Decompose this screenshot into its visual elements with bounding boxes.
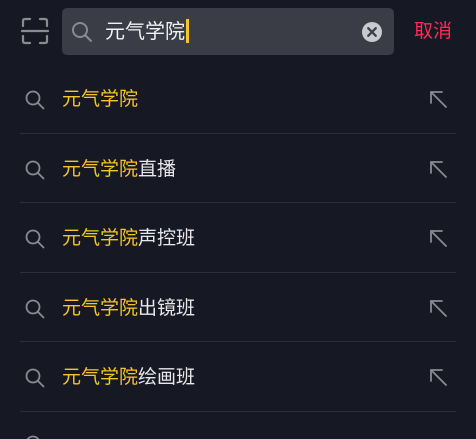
suggestion-highlight: 元气学院 <box>62 227 139 249</box>
suggestion-highlight: 元气学院 <box>62 88 139 110</box>
clear-circle-icon[interactable] <box>361 21 383 43</box>
suggestion-highlight: 元气学院 <box>62 366 139 388</box>
scan-button[interactable] <box>20 16 50 46</box>
search-screen: 元气学院 取消 元气学院 元气学院直播 元气学院声控班 元气学院出镜班 元气学院… <box>0 0 476 439</box>
suggestion-rest: 出镜班 <box>138 296 196 319</box>
suggestion-item[interactable]: 元气学院出镜班 <box>0 273 476 342</box>
suggestion-item[interactable]: 元气学院绘画班 <box>0 342 476 412</box>
arrow-up-left-icon[interactable] <box>427 227 449 249</box>
arrow-up-left-icon[interactable] <box>427 366 449 388</box>
search-icon <box>72 22 92 42</box>
search-input[interactable]: 元气学院 <box>105 18 189 44</box>
suggestion-highlight: 元气学院 <box>62 296 139 319</box>
scan-icon <box>21 17 49 45</box>
search-icon <box>25 229 45 249</box>
search-icon <box>25 160 45 179</box>
suggestion-text: 元气学院声控班 <box>62 225 195 251</box>
search-header: 元气学院 取消 <box>0 0 476 63</box>
suggestion-item[interactable]: 元气学院声控班 <box>0 203 476 273</box>
suggestion-text: 元气学院 <box>62 86 138 112</box>
search-field[interactable]: 元气学院 <box>62 8 394 55</box>
suggestion-item[interactable]: 元气学院直播 <box>0 134 476 203</box>
arrow-up-left-icon[interactable] <box>427 158 449 180</box>
suggestion-rest: 声控班 <box>138 227 196 249</box>
arrow-up-left-icon[interactable] <box>427 88 449 110</box>
cancel-button[interactable]: 取消 <box>414 18 452 44</box>
arrow-up-left-icon[interactable] <box>427 297 449 319</box>
suggestion-list: 元气学院 元气学院直播 元气学院声控班 元气学院出镜班 元气学院绘画班 <box>0 64 476 412</box>
suggestion-item[interactable]: 元气学院 <box>0 64 476 134</box>
search-query-text: 元气学院 <box>105 19 185 43</box>
suggestion-item-partial[interactable] <box>0 412 476 439</box>
search-icon <box>25 299 45 318</box>
suggestion-rest: 绘画班 <box>138 366 196 388</box>
suggestion-text: 元气学院出镜班 <box>62 295 195 321</box>
search-icon <box>26 435 40 439</box>
search-icon <box>25 368 45 388</box>
suggestion-rest: 直播 <box>138 157 177 180</box>
suggestion-text: 元气学院绘画班 <box>62 364 195 390</box>
suggestion-highlight: 元气学院 <box>62 157 139 180</box>
text-caret <box>186 19 189 43</box>
search-icon <box>25 90 45 110</box>
suggestion-text: 元气学院直播 <box>62 156 176 182</box>
